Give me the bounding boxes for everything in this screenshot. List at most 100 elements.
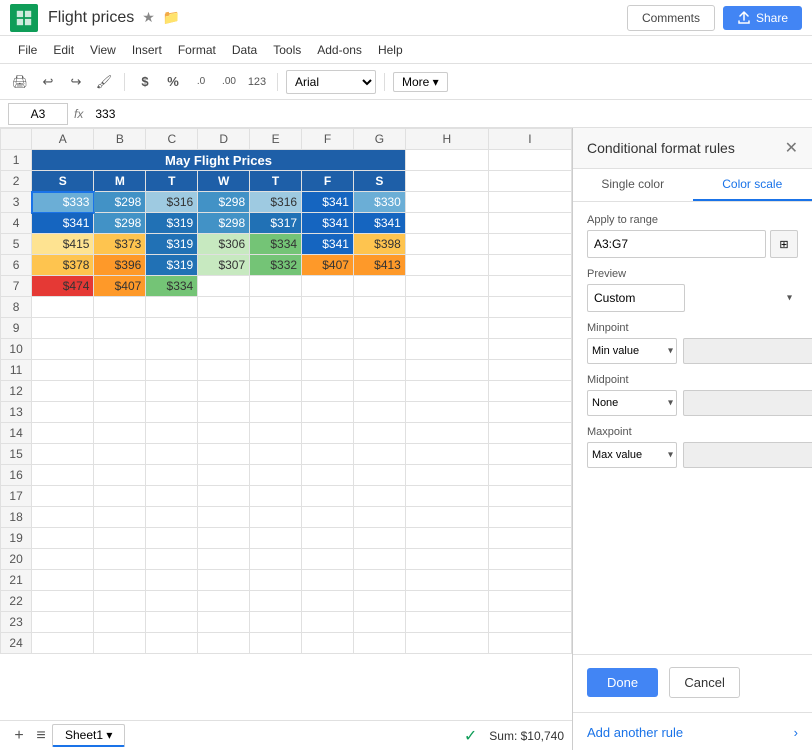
empty-cell[interactable] bbox=[32, 402, 94, 423]
empty-cell[interactable] bbox=[405, 213, 488, 234]
empty-cell[interactable] bbox=[302, 444, 354, 465]
menu-edit[interactable]: Edit bbox=[45, 40, 82, 60]
empty-cell[interactable] bbox=[488, 255, 571, 276]
empty-cell[interactable] bbox=[94, 402, 146, 423]
empty-cell[interactable] bbox=[94, 318, 146, 339]
empty-cell[interactable] bbox=[146, 402, 198, 423]
empty-cell[interactable] bbox=[198, 339, 250, 360]
decimal-decrease-icon[interactable]: .0 bbox=[189, 70, 213, 94]
col-header-b[interactable]: B bbox=[94, 129, 146, 150]
range-grid-button[interactable]: ⊞ bbox=[770, 230, 798, 258]
cell-r4c5[interactable]: $317 bbox=[250, 213, 302, 234]
empty-cell[interactable] bbox=[353, 549, 405, 570]
empty-cell[interactable] bbox=[146, 570, 198, 591]
empty-cell[interactable] bbox=[146, 360, 198, 381]
empty-cell[interactable] bbox=[250, 612, 302, 633]
done-button[interactable]: Done bbox=[587, 668, 658, 697]
empty-cell[interactable] bbox=[32, 360, 94, 381]
empty-cell[interactable] bbox=[250, 297, 302, 318]
col-header-h[interactable]: H bbox=[405, 129, 488, 150]
day-header-t-4[interactable]: T bbox=[250, 171, 302, 192]
empty-cell[interactable] bbox=[198, 570, 250, 591]
empty-cell[interactable] bbox=[198, 402, 250, 423]
empty-cell[interactable] bbox=[198, 528, 250, 549]
empty-cell[interactable] bbox=[94, 486, 146, 507]
empty-cell[interactable] bbox=[250, 318, 302, 339]
empty-cell[interactable] bbox=[353, 318, 405, 339]
empty-cell[interactable] bbox=[94, 339, 146, 360]
range-input[interactable] bbox=[587, 230, 766, 258]
empty-cell[interactable] bbox=[405, 318, 488, 339]
undo-icon[interactable]: ↩ bbox=[36, 70, 60, 94]
empty-cell[interactable] bbox=[32, 570, 94, 591]
empty-cell[interactable] bbox=[146, 549, 198, 570]
empty-cell[interactable] bbox=[488, 234, 571, 255]
col-header-d[interactable]: D bbox=[198, 129, 250, 150]
share-button[interactable]: Share bbox=[723, 6, 802, 30]
empty-cell[interactable] bbox=[32, 612, 94, 633]
empty-cell[interactable] bbox=[353, 381, 405, 402]
menu-insert[interactable]: Insert bbox=[124, 40, 170, 60]
maxpoint-type-select[interactable]: Max value Number Percent Percentile bbox=[587, 442, 677, 468]
empty-cell[interactable] bbox=[302, 465, 354, 486]
empty-cell[interactable] bbox=[32, 633, 94, 654]
empty-cell[interactable] bbox=[198, 549, 250, 570]
empty-cell[interactable] bbox=[94, 444, 146, 465]
cell-r4c3[interactable]: $319 bbox=[146, 213, 198, 234]
empty-cell[interactable] bbox=[302, 633, 354, 654]
cell-r4c2[interactable]: $298 bbox=[94, 213, 146, 234]
empty-cell[interactable] bbox=[302, 297, 354, 318]
empty-cell[interactable] bbox=[488, 318, 571, 339]
preview-select[interactable]: Custom Default Green to red Red to green bbox=[587, 284, 685, 312]
empty-cell[interactable] bbox=[94, 528, 146, 549]
day-header-m-1[interactable]: M bbox=[94, 171, 146, 192]
empty-cell[interactable] bbox=[488, 549, 571, 570]
col-header-g[interactable]: G bbox=[353, 129, 405, 150]
cell-r6c4[interactable]: $307 bbox=[198, 255, 250, 276]
empty-cell[interactable] bbox=[94, 423, 146, 444]
panel-close-button[interactable]: ✕ bbox=[785, 138, 798, 158]
empty-cell[interactable] bbox=[405, 591, 488, 612]
empty-cell[interactable] bbox=[353, 423, 405, 444]
empty-cell[interactable] bbox=[405, 402, 488, 423]
empty-cell[interactable] bbox=[32, 486, 94, 507]
empty-cell[interactable] bbox=[250, 465, 302, 486]
empty-cell[interactable] bbox=[32, 297, 94, 318]
empty-cell[interactable] bbox=[488, 507, 571, 528]
empty-cell[interactable] bbox=[250, 633, 302, 654]
add-another-rule-row[interactable]: Add another rule › bbox=[573, 715, 812, 750]
cell-r5c1[interactable]: $415 bbox=[32, 234, 94, 255]
empty-cell[interactable] bbox=[488, 192, 571, 213]
empty-cell[interactable] bbox=[94, 360, 146, 381]
day-header-t-2[interactable]: T bbox=[146, 171, 198, 192]
empty-cell[interactable] bbox=[405, 570, 488, 591]
empty-cell[interactable] bbox=[405, 297, 488, 318]
comments-button[interactable]: Comments bbox=[627, 5, 715, 31]
empty-cell[interactable] bbox=[146, 612, 198, 633]
title-cell[interactable]: May Flight Prices bbox=[32, 150, 406, 171]
empty-cell[interactable] bbox=[302, 507, 354, 528]
menu-tools[interactable]: Tools bbox=[265, 40, 309, 60]
empty-cell[interactable] bbox=[405, 549, 488, 570]
add-sheet-button[interactable]: + bbox=[8, 725, 30, 747]
cell-r6c5[interactable]: $332 bbox=[250, 255, 302, 276]
empty-cell[interactable] bbox=[353, 402, 405, 423]
midpoint-value-input[interactable] bbox=[683, 390, 812, 416]
empty-cell[interactable] bbox=[198, 297, 250, 318]
empty-cell[interactable] bbox=[405, 381, 488, 402]
paint-format-icon[interactable]: 🖌 bbox=[92, 70, 116, 94]
empty-cell[interactable] bbox=[488, 612, 571, 633]
cell-r6c2[interactable]: $396 bbox=[94, 255, 146, 276]
empty-cell[interactable] bbox=[302, 486, 354, 507]
empty-cell[interactable] bbox=[488, 570, 571, 591]
empty-cell[interactable] bbox=[250, 486, 302, 507]
number-format-icon[interactable]: 123 bbox=[245, 70, 269, 94]
sheet-container[interactable]: A B C D E F G H I 1May Flight Prices2SMT… bbox=[0, 128, 572, 720]
empty-cell[interactable] bbox=[488, 213, 571, 234]
empty-cell[interactable] bbox=[250, 381, 302, 402]
empty-cell[interactable] bbox=[353, 570, 405, 591]
empty-cell[interactable] bbox=[302, 570, 354, 591]
empty-cell[interactable] bbox=[302, 402, 354, 423]
cell-r3c7[interactable]: $330 bbox=[353, 192, 405, 213]
empty-cell[interactable] bbox=[250, 591, 302, 612]
